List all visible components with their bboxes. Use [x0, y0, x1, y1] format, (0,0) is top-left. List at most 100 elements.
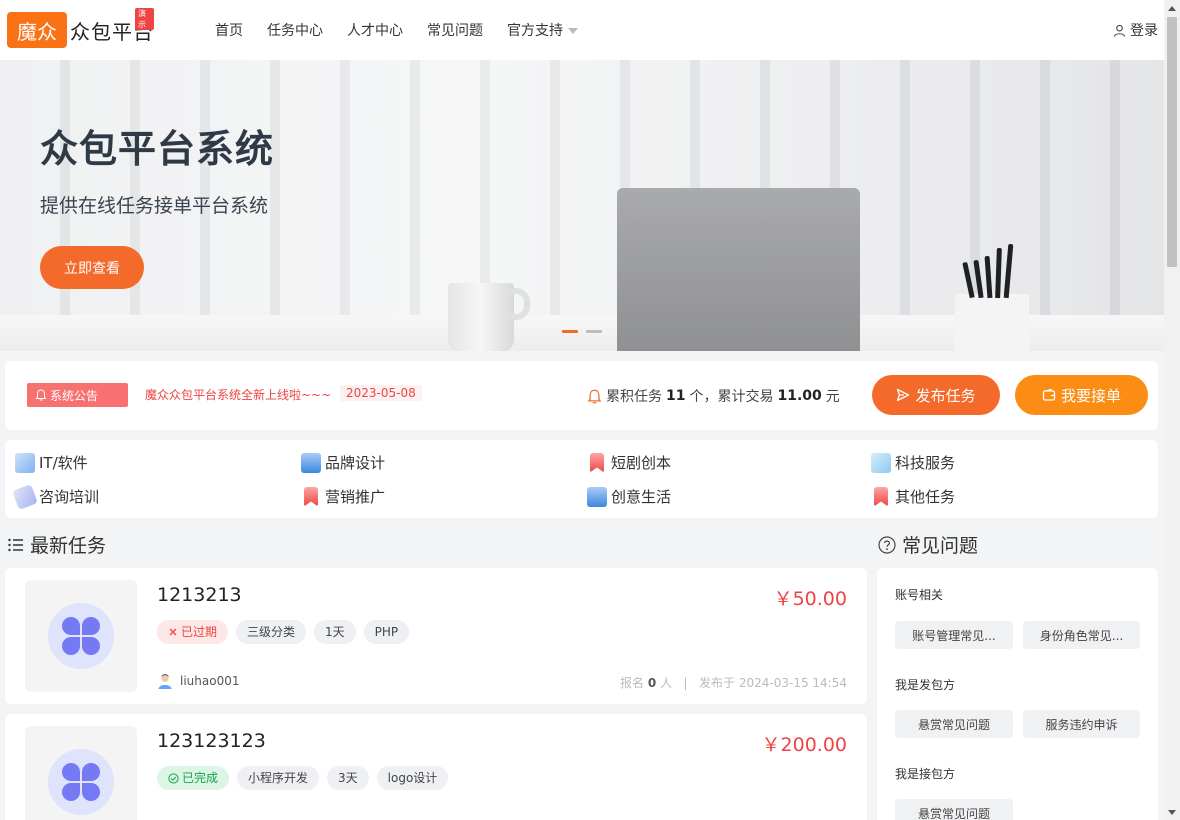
main-nav: 首页 任务中心 人才中心 常见问题 官方支持: [215, 0, 578, 60]
nav-item-task-center[interactable]: 任务中心: [267, 20, 323, 40]
publish-task-button[interactable]: 发布任务: [872, 375, 1000, 415]
category-marketing[interactable]: 营销推广: [301, 486, 385, 507]
pencil-cup-illustration: [955, 294, 1029, 351]
list-icon: [8, 538, 23, 551]
task-card[interactable]: 1213213 ￥50.00 已过期 三级分类 1天 PHP liuhao001…: [5, 568, 867, 704]
check-circle-icon: [168, 772, 179, 784]
category-label: 咨询培训: [39, 488, 100, 506]
category-brand-design[interactable]: 品牌设计: [301, 452, 385, 473]
wallet-icon: [1042, 388, 1056, 401]
category-label: 营销推广: [325, 488, 386, 506]
category-creative-life[interactable]: 创意生活: [587, 486, 671, 507]
task-count: 11: [666, 388, 686, 404]
clover-icon: [48, 749, 114, 815]
task-tag: 小程序开发: [237, 766, 320, 790]
bookmark-icon: [304, 486, 318, 507]
task-tag: 1天: [314, 620, 356, 644]
chevron-down-icon: [568, 28, 578, 34]
category-label: IT/软件: [39, 454, 88, 472]
banner-subtitle: 提供在线任务接单平台系统: [40, 195, 269, 217]
take-order-button[interactable]: 我要接单: [1015, 375, 1148, 415]
demo-badge: 演示: [135, 8, 154, 30]
category-consulting-training[interactable]: 咨询培训: [12, 483, 100, 510]
meta-divider: |: [675, 676, 696, 690]
clover-icon: [48, 603, 114, 669]
task-tags: 已过期 三级分类 1天 PHP: [157, 620, 410, 644]
system-notice-label: 系统公告: [50, 388, 99, 403]
stats-suffix: 元: [825, 389, 840, 405]
publish-time: 发布于 2024-03-15 14:54: [699, 676, 847, 690]
notice-bar: 系统公告 魔众众包平台系统全新上线啦~~~ 2023-05-08 累积任务 11…: [5, 361, 1158, 430]
carousel-dot[interactable]: [586, 330, 602, 333]
category-tech-service[interactable]: 科技服务: [871, 452, 955, 473]
category-it-software[interactable]: IT/软件: [15, 452, 88, 473]
nav-item-faq[interactable]: 常见问题: [427, 20, 483, 40]
stats-prefix: 累积任务: [606, 389, 662, 405]
latest-tasks-heading: 最新任务: [8, 531, 106, 558]
signup-count: 0: [647, 676, 657, 690]
task-tag: PHP: [363, 620, 410, 644]
task-price: ￥50.00: [773, 588, 847, 610]
close-icon: [169, 628, 177, 636]
signup-suffix: 人: [660, 676, 673, 690]
hero-banner: 众包平台系统 提供在线任务接单平台系统 立即查看: [0, 60, 1164, 351]
notice-date: 2023-05-08: [340, 385, 422, 401]
scroll-up-arrow[interactable]: [1164, 0, 1180, 16]
design-icon: [301, 452, 321, 473]
task-publisher[interactable]: liuhao001: [157, 673, 239, 689]
faq-group-label: 我是发包方: [895, 678, 956, 692]
signup-prefix: 报名: [620, 676, 645, 690]
nav-item-talent-center[interactable]: 人才中心: [347, 20, 403, 40]
site-logo[interactable]: 魔众 众包平台 演示: [7, 8, 154, 48]
status-badge: 已过期: [157, 620, 229, 644]
category-label: 创意生活: [611, 488, 672, 506]
logo-mark: 魔众: [7, 12, 67, 48]
faq-item[interactable]: 服务违约申诉: [1023, 710, 1140, 738]
scroll-down-arrow[interactable]: [1164, 804, 1180, 820]
carousel-dot-active[interactable]: [562, 330, 578, 333]
scrollbar-thumb[interactable]: [1167, 17, 1177, 267]
faq-group-label: 账号相关: [895, 588, 944, 602]
take-order-label: 我要接单: [1060, 386, 1121, 405]
faq-panel: 账号相关 账号管理常见... 身份角色常见... 我是发包方 悬赏常见问题 服务…: [877, 568, 1158, 820]
chevron-down-icon: [1168, 809, 1176, 815]
code-icon: [15, 452, 35, 473]
stats-mid: 个，累计交易: [689, 389, 774, 405]
notice-text[interactable]: 魔众众包平台系统全新上线啦~~~: [145, 386, 331, 403]
task-title[interactable]: 1213213: [157, 584, 242, 606]
publisher-name: liuhao001: [180, 674, 240, 688]
category-label: 其他任务: [895, 488, 956, 506]
task-price: ￥200.00: [761, 734, 847, 756]
bookmark-icon: [874, 486, 888, 507]
faq-item[interactable]: 身份角色常见...: [1023, 621, 1140, 649]
category-label: 短剧创本: [611, 454, 672, 472]
chevron-up-icon: [1168, 5, 1176, 11]
faq-item[interactable]: 悬赏常见问题: [895, 710, 1013, 738]
category-other-tasks[interactable]: 其他任务: [871, 486, 955, 507]
category-short-drama-script[interactable]: 短剧创本: [587, 452, 671, 473]
nav-item-official-support-label: 官方支持: [507, 23, 563, 39]
faq-heading: 常见问题: [878, 531, 978, 558]
platform-stats: 累积任务 11 个，累计交易 11.00 元: [587, 386, 840, 406]
login-link[interactable]: 登录: [1113, 0, 1158, 60]
task-card[interactable]: 123123123 ￥200.00 已完成 小程序开发 3天 logo设计: [5, 714, 867, 820]
task-tag: logo设计: [376, 766, 449, 790]
faq-item[interactable]: 悬赏常见问题: [895, 799, 1013, 820]
banner-title: 众包平台系统: [40, 127, 275, 171]
faq-item[interactable]: 账号管理常见...: [895, 621, 1013, 649]
top-header: 魔众 众包平台 演示 首页 任务中心 人才中心 常见问题 官方支持 登录: [0, 0, 1164, 60]
nav-item-home[interactable]: 首页: [215, 20, 243, 40]
system-notice-tag: 系统公告: [27, 383, 128, 407]
page-scrollbar[interactable]: [1164, 0, 1180, 820]
ticket-icon: [12, 483, 38, 510]
task-title[interactable]: 123123123: [157, 730, 266, 752]
status-label: 已过期: [181, 625, 218, 639]
faq-title: 常见问题: [902, 535, 979, 557]
tech-icon: [871, 452, 891, 473]
trade-amount: 11.00: [777, 388, 822, 404]
status-badge: 已完成: [157, 766, 230, 790]
nav-item-official-support[interactable]: 官方支持: [507, 20, 578, 40]
view-now-button[interactable]: 立即查看: [40, 246, 144, 289]
bell-icon: [35, 389, 47, 401]
latest-tasks-title: 最新任务: [30, 535, 107, 557]
